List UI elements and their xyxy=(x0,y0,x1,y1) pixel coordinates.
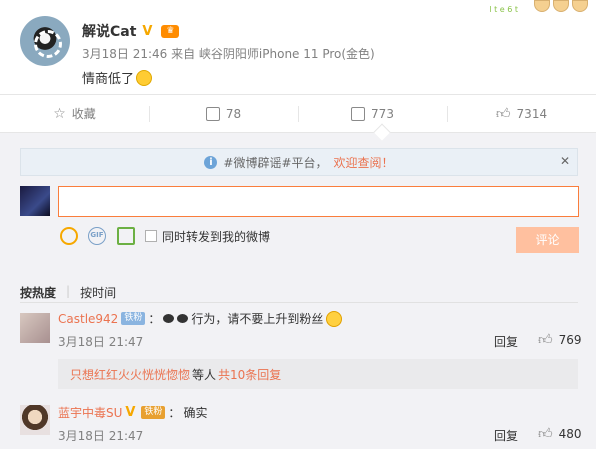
decoration-text: l t e 6 t xyxy=(489,5,518,14)
commenter-avatar[interactable] xyxy=(20,405,50,435)
current-user-avatar xyxy=(20,186,50,216)
header-decoration xyxy=(534,0,588,12)
gif-icon[interactable]: GIF xyxy=(88,227,106,245)
food-deco-icon xyxy=(572,0,588,12)
commenter-name[interactable]: Castle942 xyxy=(58,312,118,326)
comment-input[interactable] xyxy=(58,186,579,217)
comment-text: 确实 xyxy=(183,406,208,420)
comment-text: 行为，请不要上升到粉丝 xyxy=(191,312,324,326)
cat-emoji-icon xyxy=(326,310,343,327)
close-icon[interactable]: ✕ xyxy=(560,154,570,168)
author-avatar[interactable] xyxy=(20,16,70,66)
emoji-icon[interactable] xyxy=(60,227,78,245)
action-bar: ☆ 收藏 78 773 👍︎ 7314 xyxy=(0,94,596,132)
thumbs-up-icon: 👍︎ xyxy=(538,332,553,348)
comment-colon: ： xyxy=(148,312,161,326)
sub-reply-count-link[interactable]: 共10条回复 xyxy=(218,366,281,383)
sort-separator: | xyxy=(66,284,71,298)
laugh-cry-emoji-icon xyxy=(136,69,153,86)
notice-text: #微博辟谣#平台， xyxy=(223,155,328,170)
author-name[interactable]: 解说Cat xyxy=(82,21,136,41)
forward-button[interactable]: 78 xyxy=(149,95,298,132)
post-text: 情商低了 xyxy=(82,72,135,87)
comment-colon: ： xyxy=(168,406,181,420)
member-crown-icon: ♛ xyxy=(161,24,180,38)
share-icon xyxy=(205,106,220,121)
verified-icon: V xyxy=(125,405,136,420)
submit-comment-button[interactable]: 评论 xyxy=(516,227,579,253)
bug-emoji-icon xyxy=(163,314,175,323)
favorite-label: 收藏 xyxy=(71,107,96,121)
commenter-avatar[interactable] xyxy=(20,313,50,343)
comment-count: 773 xyxy=(371,106,394,121)
sort-by-time-tab[interactable]: 按时间 xyxy=(80,284,116,301)
comment-time: 3月18日 21:47 xyxy=(58,335,144,349)
bug-emoji-icon xyxy=(177,314,189,323)
forward-count: 78 xyxy=(225,106,242,121)
fan-badge: 铁粉 xyxy=(141,406,166,419)
like-count: 7314 xyxy=(516,106,548,121)
post-meta: 3月18日 21:46 来自 峡谷阴阳师iPhone 11 Pro(金色) xyxy=(82,47,375,61)
reply-button[interactable]: 回复 xyxy=(494,427,518,444)
comment-line: Castle942 铁粉 ： 行为，请不要上升到粉丝 xyxy=(58,310,343,327)
comment-line: 蓝宇中毒SU V 铁粉 ： 确实 xyxy=(58,404,207,421)
commenter-name[interactable]: 蓝宇中毒SU xyxy=(58,404,122,421)
comment-icon xyxy=(351,106,366,121)
sub-reply-mid: 等人 xyxy=(192,367,217,382)
food-deco-icon xyxy=(553,0,569,12)
sub-replies-box[interactable]: 只想红红火火恍恍惚惚 等人 共10条回复 xyxy=(58,359,578,389)
favorite-button[interactable]: ☆ 收藏 xyxy=(0,95,149,132)
notice-bar: i #微博辟谣#平台， 欢迎查阅！ xyxy=(20,148,578,176)
like-button[interactable]: 👍︎ 7314 xyxy=(447,95,596,132)
forward-checkbox[interactable] xyxy=(145,230,157,242)
sort-by-hot-tab[interactable]: 按热度 xyxy=(20,284,56,301)
sort-tabs: 按热度 | 按时间 xyxy=(20,284,116,301)
food-deco-icon xyxy=(534,0,550,12)
verified-icon: V xyxy=(142,23,153,39)
reply-button[interactable]: 回复 xyxy=(494,333,518,350)
thumbs-up-icon: 👍︎ xyxy=(538,426,553,442)
notice-link[interactable]: 欢迎查阅！ xyxy=(334,154,394,171)
author-row: 解说Cat V ♛ xyxy=(82,21,180,41)
comment-like-count: 480 xyxy=(558,426,582,441)
comment-like-button[interactable]: 👍︎ 480 xyxy=(538,425,582,442)
star-icon: ☆ xyxy=(53,105,66,122)
forward-checkbox-label[interactable]: 同时转发到我的微博 xyxy=(162,228,270,245)
post-content: 情商低了 xyxy=(82,68,153,87)
comment-button[interactable]: 773 xyxy=(298,95,447,132)
image-icon[interactable] xyxy=(117,227,135,245)
comment-time: 3月18日 21:47 xyxy=(58,429,144,443)
info-icon: i xyxy=(204,155,218,169)
fan-badge: 铁粉 xyxy=(121,312,146,325)
comment-like-button[interactable]: 👍︎ 769 xyxy=(538,331,582,348)
divider xyxy=(20,302,578,303)
sub-reply-users[interactable]: 只想红红火火恍恍惚惚 xyxy=(70,366,190,383)
comment-like-count: 769 xyxy=(558,332,582,347)
thumbs-up-icon: 👍︎ xyxy=(495,105,511,122)
